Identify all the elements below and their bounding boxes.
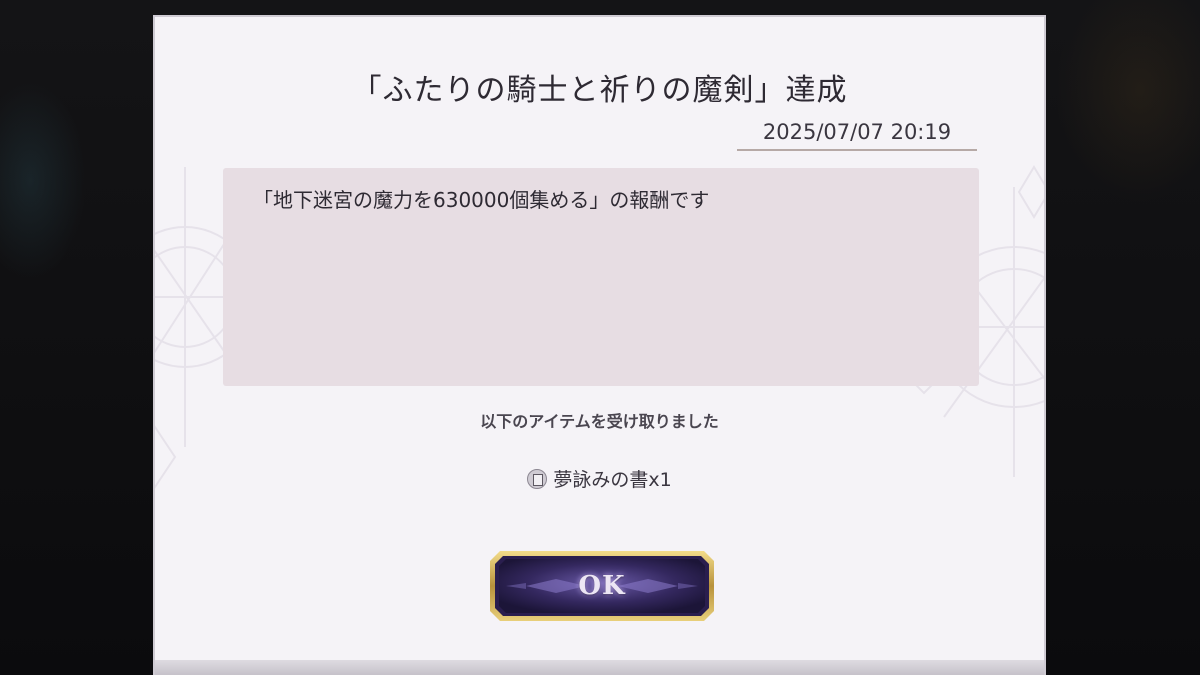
reward-message: 「地下迷宮の魔力を630000個集める」の報酬です — [253, 188, 710, 212]
achievement-dialog: 「ふたりの騎士と祈りの魔剣」達成 2025/07/07 20:19 「地下迷宮の… — [153, 15, 1046, 675]
book-item-icon — [527, 469, 548, 489]
dialog-title: 「ふたりの騎士と祈りの魔剣」達成 — [351, 73, 848, 108]
ok-button-label: OK — [578, 571, 626, 601]
message-box: 「地下迷宮の魔力を630000個集める」の報酬です — [223, 168, 979, 386]
reward-item-label: 夢詠みの書x1 — [553, 469, 672, 491]
dialog-bottom-edge — [155, 660, 1044, 675]
ok-button[interactable]: OK — [486, 547, 718, 625]
reward-item: 夢詠みの書x1 — [155, 465, 1044, 492]
achievement-timestamp: 2025/07/07 20:19 — [737, 117, 977, 151]
received-items-label: 以下のアイテムを受け取りました — [480, 412, 719, 431]
